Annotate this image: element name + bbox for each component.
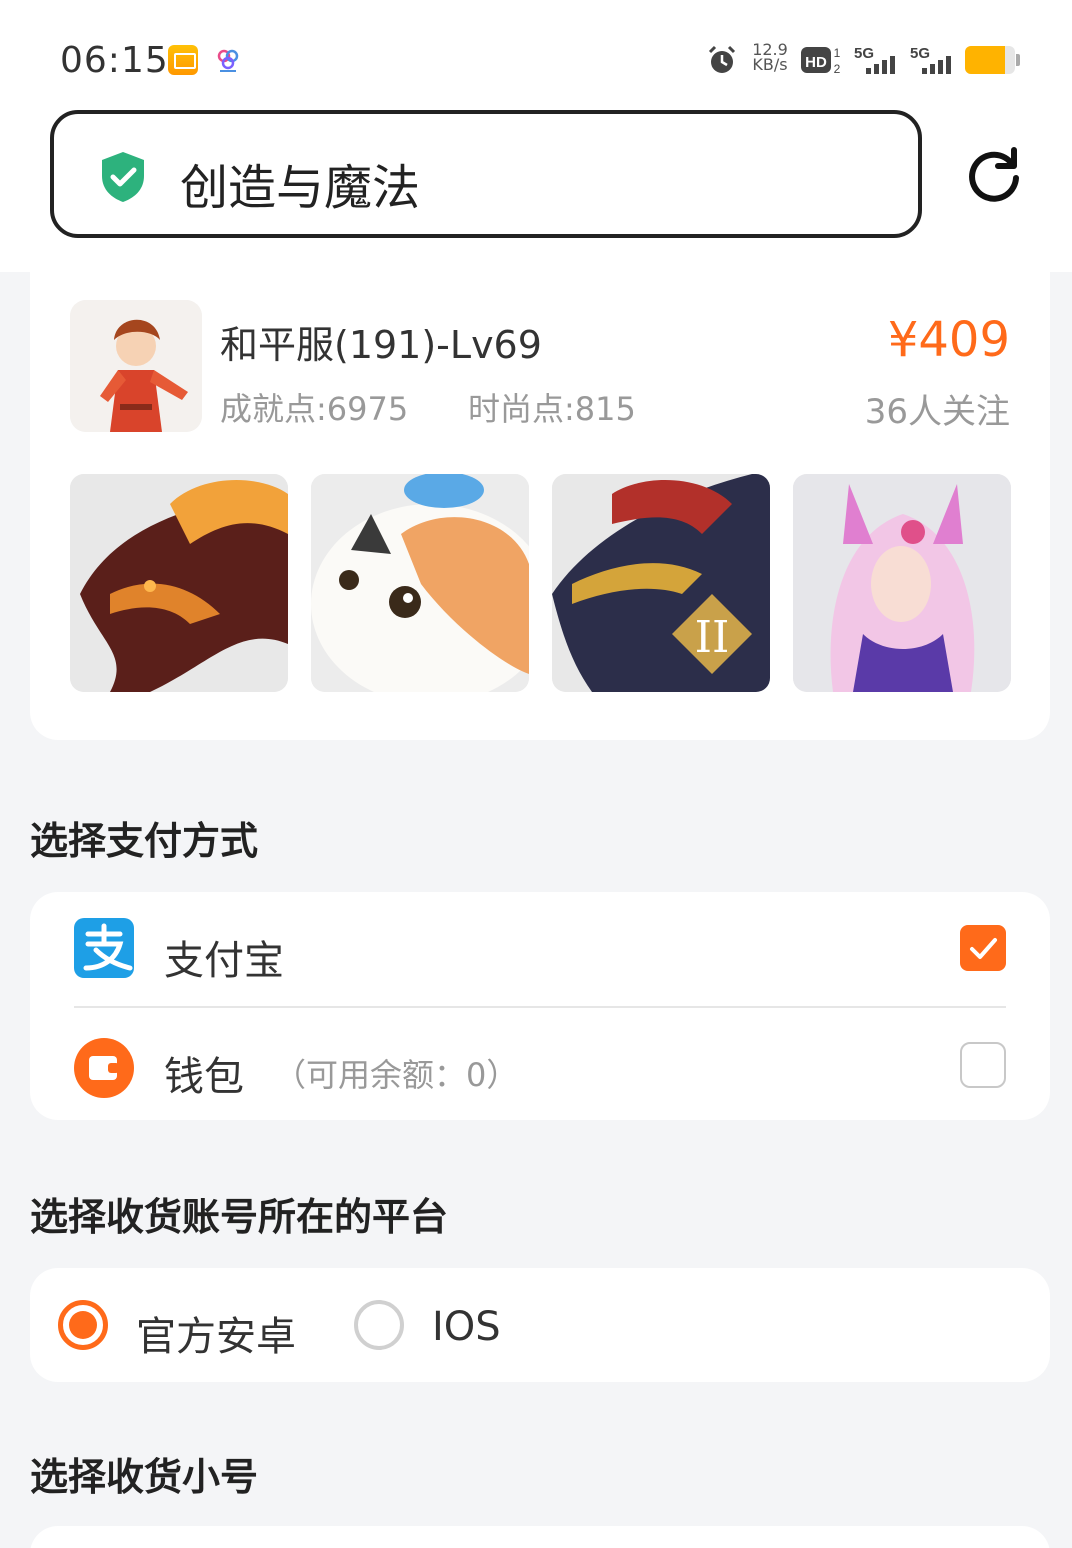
android-label[interactable]: 官方安卓 (136, 1304, 296, 1362)
battery-fill (965, 46, 1005, 74)
status-time: 06:15 (60, 40, 169, 81)
alarm-icon (708, 45, 736, 73)
product-title: 和平服(191)-Lv69 (220, 323, 542, 367)
mail-icon (168, 45, 198, 75)
wallet-icon (74, 1038, 134, 1098)
page: 06:15 12.9 KB/s HD 1 2 5G 5G 创造与魔法 和平服(1… (0, 0, 1072, 1548)
wallet-checkbox[interactable] (960, 1042, 1006, 1088)
platform-options: 官方安卓 IOS (30, 1268, 1050, 1382)
product-price: ¥409 (887, 312, 1010, 368)
signal-icon-2: 5G (910, 45, 951, 74)
search-value: 创造与魔法 (180, 160, 421, 216)
payment-divider (74, 1006, 1006, 1008)
refresh-icon[interactable] (964, 144, 1024, 204)
thumbnail-cat-pet[interactable] (311, 474, 529, 692)
wallet-label: 钱包 (164, 1054, 244, 1100)
status-bar: 06:15 12.9 KB/s HD 1 2 5G 5G (0, 0, 1072, 110)
thumbnail-dragon-mount[interactable] (70, 474, 288, 692)
battery-icon (965, 46, 1015, 74)
product-achievement: 成就点:6975 (220, 390, 409, 428)
search-input[interactable]: 创造与魔法 (50, 110, 922, 238)
alipay-icon (74, 918, 134, 978)
net-speed-unit: KB/s (752, 55, 788, 74)
product-card[interactable]: 和平服(191)-Lv69 成就点:6975 时尚点:815 ¥409 36人关… (30, 270, 1050, 740)
payment-section-title: 选择支付方式 (30, 819, 259, 863)
svg-text:II: II (695, 612, 730, 663)
battery-tip (1016, 54, 1020, 66)
ios-label[interactable]: IOS (432, 1304, 501, 1350)
hd-label: HD (805, 54, 827, 71)
payment-options: 支付宝 钱包 （可用余额：0） (30, 892, 1050, 1120)
svg-text:1: 1 (834, 46, 841, 60)
android-radio[interactable] (58, 1300, 108, 1350)
sub-account-section-title: 选择收货小号 (30, 1455, 259, 1499)
hd-icon: HD 1 2 (801, 46, 841, 76)
thumbnail-fox-character[interactable] (793, 474, 1011, 692)
ios-radio[interactable] (354, 1300, 404, 1350)
product-fashion: 时尚点:815 (468, 390, 636, 428)
signal-label-2: 5G (910, 45, 930, 62)
header: 创造与魔法 (0, 100, 1072, 272)
svg-text:2: 2 (834, 62, 841, 76)
net-speed: 12.9 KB/s (750, 42, 790, 74)
platform-section-title: 选择收货账号所在的平台 (30, 1195, 449, 1239)
sub-account-card[interactable] (30, 1526, 1050, 1548)
product-followers: 36人关注 (864, 392, 1010, 432)
clover-icon (217, 49, 239, 72)
signal-label-1: 5G (854, 45, 874, 62)
signal-icon-1: 5G (854, 45, 895, 74)
product-avatar (70, 300, 202, 432)
alipay-checkbox[interactable] (960, 925, 1006, 971)
wallet-balance: （可用余额：0） (274, 1056, 519, 1094)
thumbnail-dragon-mount-2[interactable]: II (552, 474, 770, 692)
shield-check-icon (102, 152, 144, 202)
alipay-label: 支付宝 (164, 938, 284, 984)
